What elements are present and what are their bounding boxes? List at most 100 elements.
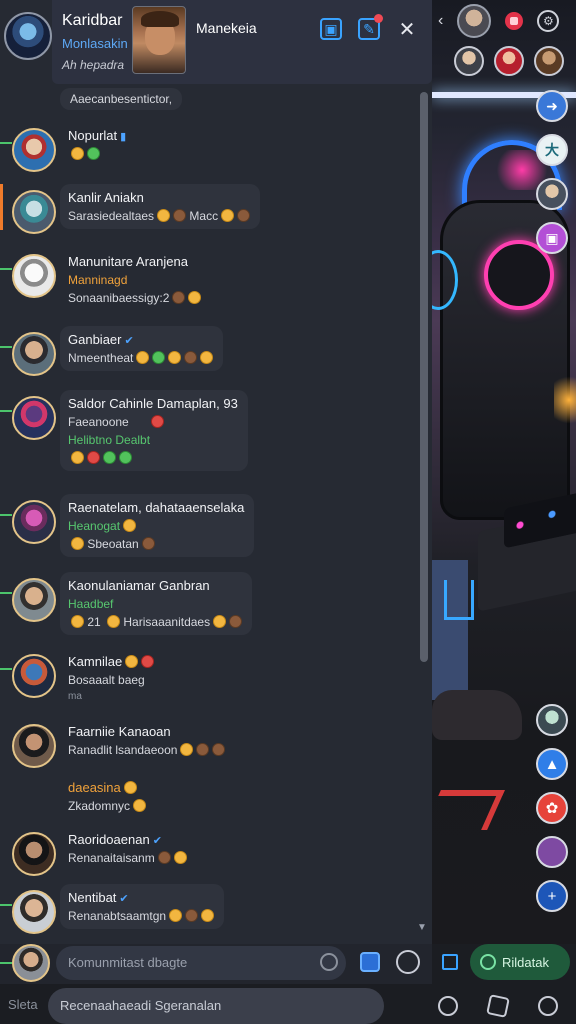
- moderator-avatar[interactable]: [536, 836, 568, 868]
- message-bubble[interactable]: daeasina Zkadomnyc: [60, 774, 156, 819]
- message-bubble[interactable]: Kanlir Aniakn Sarasiedealtaes Macc: [60, 184, 261, 229]
- viewer-avatar[interactable]: [494, 46, 524, 76]
- sticker-icon[interactable]: [396, 950, 420, 974]
- message-bubble[interactable]: Nentibat ✔ Renanabtsaamtgn: [60, 884, 225, 929]
- message-bubble[interactable]: Faarniie Kanaoan Ranadlit lsandaeoon: [60, 718, 235, 763]
- page-title: Karidbar: [62, 12, 123, 29]
- message-text: Zkadomnyc: [68, 799, 147, 813]
- message-text: ma: [68, 691, 82, 702]
- viewer-avatar[interactable]: [534, 46, 564, 76]
- avatar[interactable]: [12, 724, 56, 768]
- bottom-bar: Sleta Recenaahaeadi Sgeranalan: [0, 984, 576, 1024]
- reaction-row: [68, 451, 238, 465]
- avatar[interactable]: [12, 190, 56, 234]
- avatar[interactable]: [12, 396, 56, 440]
- message-text: 21 Harisaaanitdaes: [68, 615, 243, 629]
- online-rail: [0, 142, 12, 144]
- message-bubble[interactable]: Ganbiaer ✔ Nmeentheat: [60, 326, 224, 371]
- app-root: ‹ ⚙ ➜ 大 ▣ ▲ ✿ + Aaecanbesentictor, Nopur…: [0, 0, 576, 1024]
- emoji-icon: [173, 851, 187, 864]
- share-icon[interactable]: ➜: [536, 90, 568, 122]
- boost-icon[interactable]: ▲: [536, 748, 568, 780]
- emoji-icon: [229, 615, 243, 628]
- message-input[interactable]: Komunmitast dbagte: [56, 946, 346, 980]
- record-icon[interactable]: [505, 12, 524, 30]
- message-bubble[interactable]: Raoridoaenan ✔ Renanaitaisanm: [60, 826, 197, 871]
- floor-neon: [444, 580, 474, 620]
- stream-reactions: ▲ ✿ +: [536, 704, 568, 912]
- online-rail: [0, 668, 12, 670]
- peer-portrait[interactable]: [132, 6, 186, 74]
- search-input[interactable]: Recenaahaeadi Sgeranalan: [48, 988, 384, 1024]
- translate-icon[interactable]: 大: [536, 134, 568, 166]
- streamer-shoe: [432, 690, 522, 740]
- message-bubble[interactable]: Raenatelam, dahataaenselaka Heanogat Sbe…: [60, 494, 255, 557]
- peer-name: Manekeia: [196, 20, 257, 36]
- shield-icon[interactable]: [486, 994, 510, 1018]
- avatar[interactable]: [12, 578, 56, 622]
- sender-name: Raoridoaenan ✔: [68, 832, 162, 847]
- verified-icon: ✔: [119, 893, 129, 905]
- smile-icon[interactable]: [538, 996, 558, 1016]
- scroll-down-icon[interactable]: ▼: [417, 922, 427, 933]
- compass-icon[interactable]: [438, 996, 458, 1016]
- compose-icon[interactable]: ✎: [358, 14, 383, 40]
- message-text: Bosaaalt baeg: [68, 673, 145, 687]
- viewer-avatars: [454, 46, 564, 76]
- message-list[interactable]: Aaecanbesentictor, Nopurlat ▮ Kanlir Ania…: [0, 84, 420, 944]
- guest-avatar[interactable]: [536, 704, 568, 736]
- emoji-icon: [87, 147, 100, 160]
- emoji-icon: [169, 909, 183, 922]
- header-subtitle[interactable]: Monlasakin: [62, 36, 128, 51]
- message-text: Sarasiedealtaes Macc: [68, 209, 251, 223]
- sender-name: Kanlir Aniakn: [68, 190, 144, 205]
- settings-icon[interactable]: ⚙: [537, 10, 560, 32]
- emoji-icon: [150, 415, 164, 428]
- emoji-picker-icon[interactable]: [320, 953, 338, 971]
- chat-panel: Aaecanbesentictor, Nopurlat ▮ Kanlir Ania…: [0, 0, 432, 944]
- list-icon[interactable]: [442, 954, 458, 970]
- avatar[interactable]: [12, 890, 56, 934]
- emoji-icon: [123, 519, 137, 532]
- emoji-icon: [123, 781, 137, 794]
- flame-icon[interactable]: ✿: [536, 792, 568, 824]
- message-text: Ranadlit lsandaeoon: [68, 743, 226, 757]
- plus-icon[interactable]: +: [536, 880, 568, 912]
- gift-icon[interactable]: ▣: [536, 222, 568, 254]
- avatar[interactable]: [12, 832, 56, 876]
- pip-icon[interactable]: ▣: [320, 18, 342, 40]
- message-bubble[interactable]: Saldor Cahinle Damaplan, 93 Faeanoone He…: [60, 390, 248, 471]
- emoji-icon: [141, 537, 155, 550]
- message-bubble[interactable]: Kamnilae Bosaaalt baeg ma: [60, 648, 164, 708]
- message-bubble[interactable]: Aaecanbesentictor,: [60, 88, 183, 110]
- close-icon[interactable]: ✕: [396, 18, 418, 41]
- emoji-icon: [213, 615, 227, 628]
- emoji-icon: [184, 351, 198, 364]
- online-rail: [0, 268, 12, 270]
- avatar[interactable]: [12, 500, 56, 544]
- avatar[interactable]: [12, 332, 56, 376]
- viewer-avatar[interactable]: [454, 46, 484, 76]
- emoji-icon: [141, 655, 155, 668]
- scrollbar[interactable]: [420, 92, 428, 662]
- avatar[interactable]: [12, 254, 56, 298]
- join-button[interactable]: Rildatak: [470, 944, 570, 980]
- message-text: Renanabtsaamtgn: [68, 909, 215, 923]
- image-attach-icon[interactable]: [360, 952, 380, 972]
- message-bubble[interactable]: Kaonulaniamar Ganbran Haadbef 21 Harisaa…: [60, 572, 253, 635]
- emoji-icon: [103, 451, 116, 464]
- guest-avatar[interactable]: [536, 178, 568, 210]
- back-chevron-icon[interactable]: ‹: [438, 12, 443, 30]
- online-rail: [0, 962, 12, 964]
- host-avatar[interactable]: [457, 4, 492, 38]
- message-bubble[interactable]: Manunitare Aranjena Manninagd Sonaanibae…: [60, 248, 211, 311]
- emoji-icon: [221, 209, 235, 222]
- channel-avatar[interactable]: [4, 12, 52, 60]
- avatar[interactable]: [12, 128, 56, 172]
- avatar[interactable]: [12, 654, 56, 698]
- emoji-icon: [125, 655, 139, 668]
- sender-name: Ganbiaer ✔: [68, 332, 134, 347]
- message-bubble[interactable]: Nopurlat ▮: [60, 122, 136, 167]
- join-button-label: Rildatak: [502, 954, 549, 970]
- my-avatar[interactable]: [12, 944, 50, 982]
